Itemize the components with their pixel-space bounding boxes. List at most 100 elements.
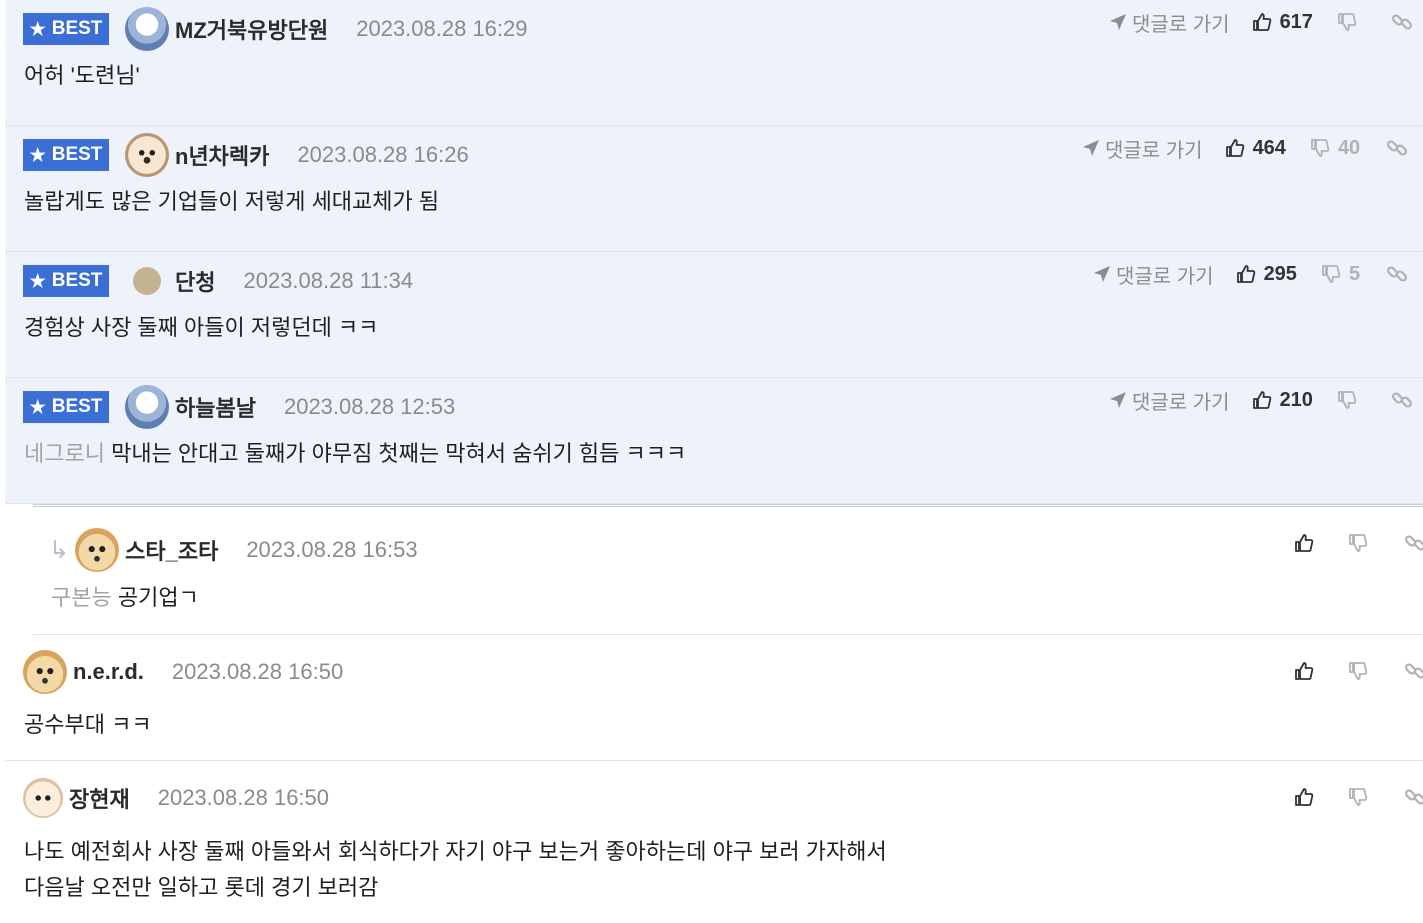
- timestamp: 2023.08.28 16:26: [297, 142, 469, 167]
- thumbs-down-icon: [1338, 391, 1357, 409]
- avatar[interactable]: [133, 267, 161, 295]
- upvote-button[interactable]: 464: [1225, 137, 1286, 160]
- share-link-button[interactable]: [1391, 11, 1413, 33]
- best-comment: ★ BEST 하늘봄날 2023.08.28 12:53 댓글로 가기 210 네…: [5, 378, 1423, 504]
- downvote-button[interactable]: 5: [1321, 263, 1360, 286]
- upvote-count: 295: [1263, 262, 1297, 285]
- comment-text: 놀랍게도 많은 기업들이 저렇게 세대교체가 됨: [24, 189, 440, 214]
- comment-header: ★ BEST 하늘봄날 2023.08.28 12:53: [23, 385, 456, 429]
- thumbs-down-icon: [1338, 13, 1357, 31]
- reply-comment: ↳ 스타_조타 2023.08.28 16:53 구본능 공기업ㄱ: [33, 504, 1423, 635]
- goto-reply-button[interactable]: 댓글로 가기: [1082, 134, 1203, 163]
- thumbs-down-icon: [1311, 139, 1330, 157]
- downvote-button[interactable]: 40: [1310, 137, 1360, 160]
- thumbs-up-icon: [1295, 662, 1314, 680]
- upvote-button[interactable]: 295: [1236, 263, 1297, 286]
- avatar[interactable]: [125, 7, 169, 51]
- mention-link[interactable]: 구본능: [51, 585, 112, 610]
- comment-actions: [1294, 657, 1423, 685]
- downvote-button[interactable]: [1337, 390, 1365, 410]
- link-icon: [1404, 789, 1423, 805]
- share-link-button[interactable]: [1404, 532, 1423, 554]
- link-icon: [1391, 14, 1412, 30]
- arrow-icon: [1110, 14, 1126, 30]
- share-link-button[interactable]: [1386, 263, 1408, 285]
- nickname[interactable]: 하늘봄날: [175, 391, 256, 423]
- best-comment: ★ BEST MZ거북유방단원 2023.08.28 16:29 댓글로 가기 6…: [5, 0, 1423, 126]
- comment-header: n.e.r.d. 2023.08.28 16:50: [23, 650, 344, 694]
- comment-header: 장현재 2023.08.28 16:50: [23, 778, 329, 818]
- avatar[interactable]: [125, 133, 169, 177]
- best-badge: ★ BEST: [23, 391, 109, 423]
- comment-text-line: 나도 예전회사 사장 둘째 아들와서 회식하다가 자기 야구 보는거 좋아하는데…: [24, 839, 887, 864]
- best-comment: ★ BEST 단청 2023.08.28 11:34 댓글로 가기 295 5 경…: [5, 252, 1423, 378]
- downvote-button[interactable]: [1348, 787, 1376, 807]
- avatar[interactable]: [75, 528, 120, 572]
- nickname[interactable]: 장현재: [69, 782, 130, 814]
- timestamp: 2023.08.28 16:29: [356, 16, 528, 41]
- share-link-button[interactable]: [1386, 137, 1408, 159]
- comment-text: 경험상 사장 둘째 아들이 저렇던데 ㅋㅋ: [24, 315, 379, 340]
- downvote-button[interactable]: [1348, 661, 1376, 681]
- comment-header: ↳ 스타_조타 2023.08.28 16:53: [49, 528, 418, 572]
- comment-text: 나도 예전회사 사장 둘째 아들와서 회식하다가 자기 야구 보는거 좋아하는데…: [24, 834, 887, 906]
- timestamp: 2023.08.28 16:53: [246, 537, 418, 562]
- link-icon: [1387, 266, 1408, 282]
- thumbs-up-icon: [1236, 265, 1255, 283]
- thumbs-up-icon: [1295, 788, 1314, 806]
- arrow-icon: [1094, 266, 1110, 282]
- avatar[interactable]: [23, 778, 63, 818]
- avatar[interactable]: [23, 650, 67, 694]
- downvote-count: 40: [1337, 136, 1361, 159]
- comment-text: 네그로니 막내는 안대고 둘째가 야무짐 첫째는 막혀서 숨쉬기 힘듬 ㅋㅋㅋ: [24, 441, 687, 466]
- comment-text-line: 다음날 오전만 일하고 롯데 경기 보러감: [24, 875, 379, 900]
- nickname[interactable]: n.e.r.d.: [73, 659, 144, 685]
- link-icon: [1387, 140, 1408, 156]
- star-icon: ★: [29, 18, 46, 39]
- thumbs-up-icon: [1295, 534, 1314, 552]
- comment-list: ★ BEST MZ거북유방단원 2023.08.28 16:29 댓글로 가기 6…: [0, 0, 1423, 923]
- upvote-button[interactable]: [1294, 533, 1322, 553]
- upvote-count: 617: [1279, 10, 1313, 33]
- best-badge: ★ BEST: [23, 265, 109, 297]
- thumbs-down-icon: [1349, 534, 1368, 552]
- comment-text: 어허 '도련님': [24, 63, 140, 88]
- comment-header: ★ BEST n년차렉카 2023.08.28 16:26: [23, 133, 469, 177]
- thumbs-down-icon: [1349, 662, 1368, 680]
- upvote-button[interactable]: 210: [1252, 389, 1313, 412]
- timestamp: 2023.08.28 16:50: [171, 659, 344, 684]
- best-badge: ★ BEST: [23, 139, 109, 171]
- goto-reply-button[interactable]: 댓글로 가기: [1109, 386, 1230, 415]
- comment-actions: 댓글로 가기 210: [1109, 386, 1413, 414]
- arrow-icon: [1083, 140, 1099, 156]
- goto-reply-button[interactable]: 댓글로 가기: [1109, 8, 1230, 37]
- downvote-count: 5: [1348, 262, 1361, 285]
- share-link-button[interactable]: [1404, 786, 1423, 808]
- upvote-button[interactable]: 617: [1252, 11, 1313, 34]
- avatar[interactable]: [125, 385, 169, 429]
- goto-reply-button[interactable]: 댓글로 가기: [1093, 260, 1214, 289]
- nickname[interactable]: MZ거북유방단원: [175, 13, 328, 45]
- best-badge: ★ BEST: [23, 13, 109, 45]
- nickname[interactable]: 단청: [175, 265, 215, 297]
- mention-link[interactable]: 네그로니: [24, 441, 105, 466]
- link-icon: [1404, 535, 1423, 551]
- thumbs-up-icon: [1252, 391, 1271, 409]
- upvote-count: 210: [1279, 388, 1313, 411]
- star-icon: ★: [29, 270, 46, 291]
- share-link-button[interactable]: [1391, 389, 1413, 411]
- downvote-button[interactable]: [1348, 533, 1376, 553]
- comment-header: ★ BEST 단청 2023.08.28 11:34: [23, 261, 413, 301]
- downvote-button[interactable]: [1337, 12, 1365, 32]
- share-link-button[interactable]: [1404, 660, 1423, 682]
- nickname[interactable]: 스타_조타: [125, 534, 218, 566]
- reply-arrow-icon: ↳: [49, 536, 70, 564]
- comment-actions: 댓글로 가기 464 40: [1082, 134, 1408, 162]
- upvote-button[interactable]: [1294, 787, 1322, 807]
- upvote-button[interactable]: [1294, 661, 1322, 681]
- best-comment: ★ BEST n년차렉카 2023.08.28 16:26 댓글로 가기 464 …: [5, 126, 1423, 252]
- thumbs-down-icon: [1322, 265, 1341, 283]
- nickname[interactable]: n년차렉카: [175, 139, 269, 171]
- link-icon: [1391, 392, 1412, 408]
- timestamp: 2023.08.28 12:53: [283, 394, 456, 419]
